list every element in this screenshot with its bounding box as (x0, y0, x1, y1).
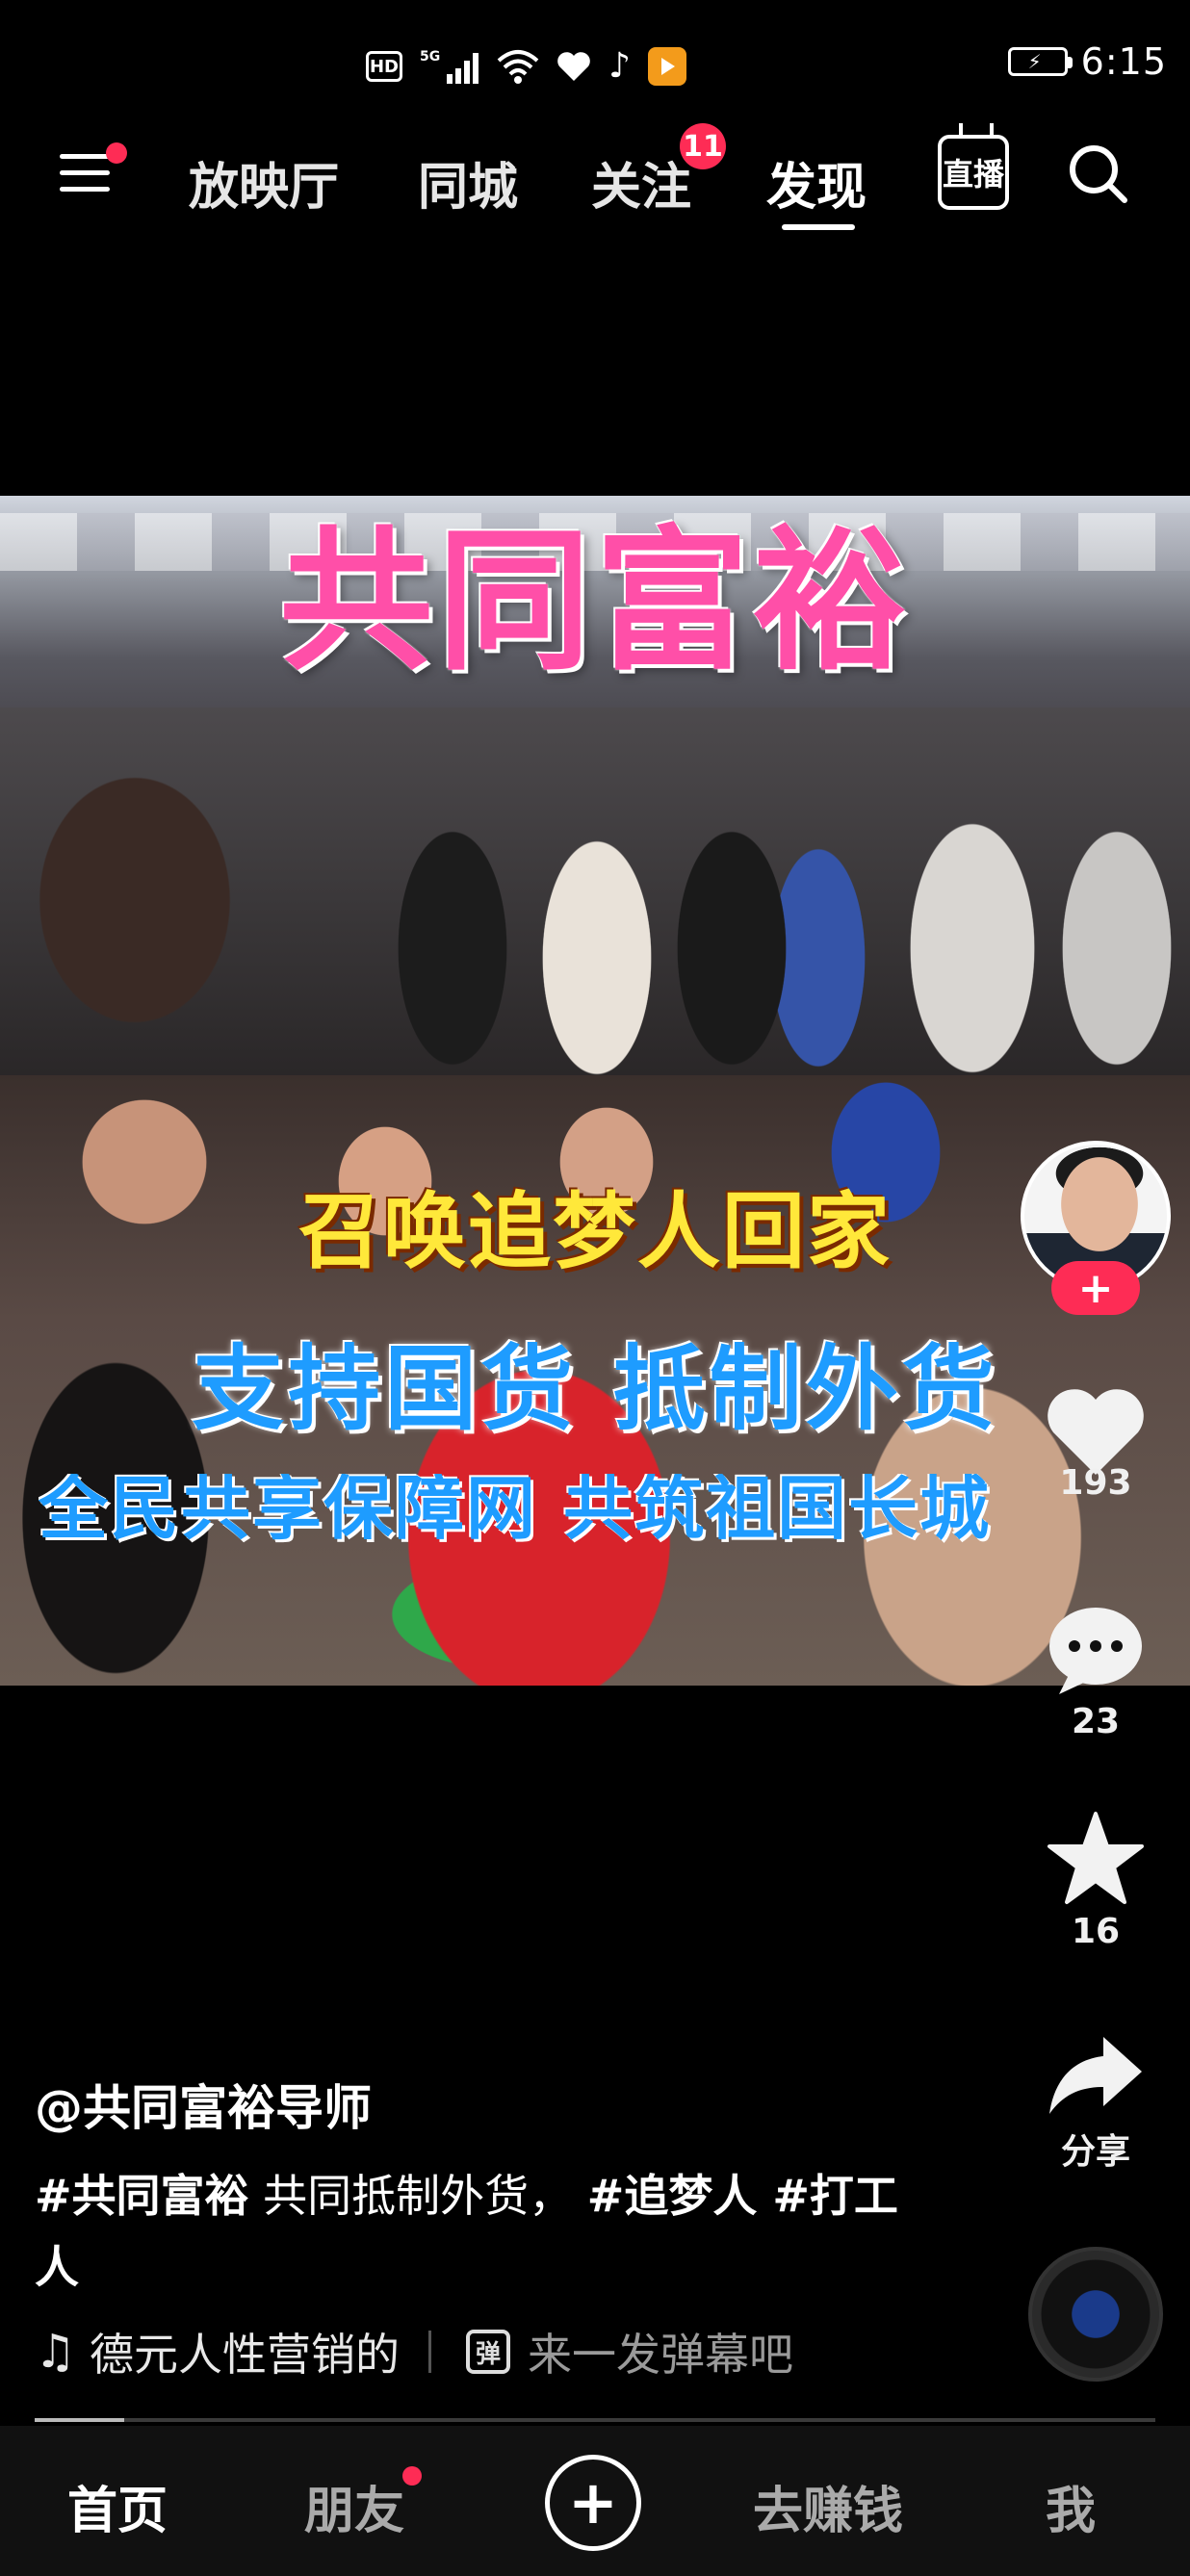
divider (428, 2331, 432, 2373)
tab-me[interactable]: 我 (1046, 2470, 1096, 2542)
tab-discover[interactable]: 发现 (766, 146, 867, 219)
friends-notification-dot (402, 2466, 422, 2486)
menu-button[interactable] (60, 154, 114, 208)
video-scene-top: 共同富裕 (0, 496, 1190, 1075)
like-button[interactable]: 193 (1028, 1386, 1163, 1503)
status-icons: HD 5G ♪ (366, 43, 686, 90)
music-disc-icon[interactable] (1028, 2247, 1163, 2382)
hd-badge: HD (366, 51, 402, 82)
cellular-signal-icon: 5G (420, 49, 479, 84)
hashtag[interactable]: #共同富裕 (35, 2170, 249, 2222)
author-name[interactable]: @共同富裕导师 (35, 2070, 372, 2139)
like-count: 193 (1059, 1463, 1132, 1503)
share-button[interactable]: 分享 (1028, 2031, 1163, 2174)
video-progress-fill (35, 2418, 125, 2422)
wifi-icon (497, 50, 539, 84)
search-icon[interactable] (1067, 142, 1128, 204)
menu-notification-dot (106, 142, 127, 164)
video-caption-blue-small: 全民共享保障网 共筑祖国长城 (39, 1474, 992, 1543)
danmu-input[interactable]: 来一发弹幕吧 (528, 2320, 793, 2383)
share-arrow-icon (1049, 2037, 1142, 2114)
menu-icon-bar (60, 187, 110, 192)
screen: HD 5G ♪ ⚡ 6:15 放映厅 同城 关注 11 发现 直播 共同富裕 召… (0, 0, 1190, 2576)
hashtag[interactable]: #追梦人 (587, 2170, 758, 2222)
tab-friends[interactable]: 朋友 (304, 2470, 404, 2542)
create-button[interactable]: + (545, 2455, 641, 2551)
tab-home[interactable]: 首页 (67, 2470, 168, 2542)
video-progress-bar[interactable] (35, 2418, 1155, 2422)
comment-icon (1049, 1608, 1142, 1694)
music-title[interactable]: 德元人性营销的 (90, 2320, 398, 2383)
share-label: 分享 (1060, 2132, 1130, 2172)
comment-button[interactable]: 23 (1028, 1604, 1163, 1741)
following-badge: 11 (680, 123, 726, 169)
danmu-icon: 弹 (466, 2330, 511, 2374)
favorite-count: 16 (1071, 1912, 1121, 1951)
status-bar: HD 5G ♪ ⚡ 6:15 (0, 0, 1190, 125)
follow-button[interactable]: + (1051, 1261, 1140, 1315)
video-caption-blue-large: 支持国货 抵制外货 (192, 1335, 998, 1443)
music-row: ♫ 德元人性营销的 弹 来一发弹幕吧 (35, 2318, 997, 2385)
description-text: 共同抵制外货， (248, 2170, 587, 2222)
crowd-standing (0, 708, 1190, 1075)
battery-icon: ⚡ (1007, 47, 1073, 76)
heart-status-icon (557, 52, 590, 81)
music-note-icon: ♫ (35, 2325, 77, 2379)
menu-icon-bar (60, 154, 110, 159)
comment-count: 23 (1071, 1702, 1121, 1741)
network-type: 5G (420, 49, 440, 64)
active-tab-indicator (782, 224, 855, 230)
live-button[interactable]: 直播 (938, 135, 1009, 210)
bottom-tab-bar: 首页 朋友 + 去赚钱 我 (0, 2426, 1190, 2576)
status-right: ⚡ 6:15 (1007, 40, 1167, 83)
video-title-text: 共同富裕 (278, 511, 911, 691)
menu-icon-bar (60, 170, 110, 175)
video-player[interactable]: 共同富裕 召唤追梦人回家 支持国货 抵制外货 全民共享保障网 共筑祖国长城 (0, 496, 1190, 1686)
tab-cinema[interactable]: 放映厅 (189, 146, 339, 219)
tab-earn[interactable]: 去赚钱 (753, 2470, 903, 2542)
app-notification-icon (647, 47, 686, 86)
tab-local[interactable]: 同城 (418, 146, 518, 219)
clock: 6:15 (1080, 40, 1167, 83)
favorite-button[interactable]: 16 (1028, 1810, 1163, 1951)
tiktok-icon: ♪ (608, 46, 631, 86)
video-caption-yellow: 召唤追梦人回家 (298, 1184, 892, 1280)
post-description: #共同富裕 共同抵制外货， #追梦人 #打工人 (35, 2160, 901, 2303)
star-icon (1048, 1812, 1144, 1904)
tab-following[interactable]: 关注 (591, 146, 691, 219)
